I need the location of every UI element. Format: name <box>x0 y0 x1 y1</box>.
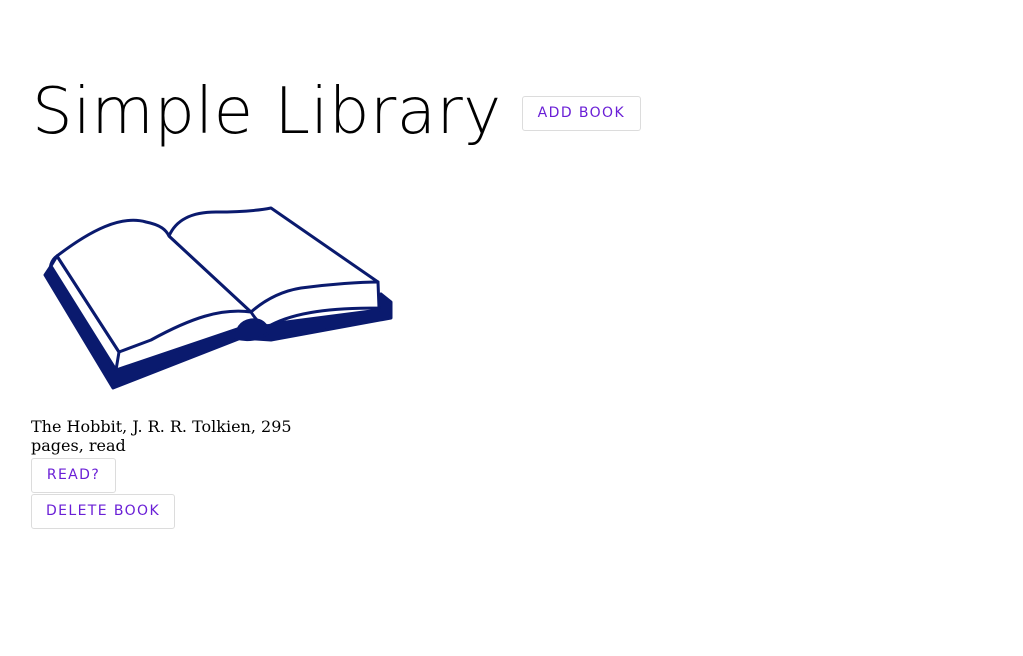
read-toggle-button[interactable]: READ? <box>31 458 116 493</box>
delete-book-button[interactable]: DELETE BOOK <box>31 494 175 529</box>
open-book-icon <box>43 206 393 390</box>
header: Simple Library ADD BOOK <box>32 72 642 152</box>
library-page: Simple Library ADD BOOK The Hobbit, J. R… <box>0 0 1023 656</box>
page-title: Simple Library <box>32 75 502 149</box>
book-card: The Hobbit, J. R. R. Tolkien, 295 pages,… <box>31 200 393 529</box>
book-info-text: The Hobbit, J. R. R. Tolkien, 295 pages,… <box>31 417 292 455</box>
add-book-button[interactable]: ADD BOOK <box>521 95 642 131</box>
